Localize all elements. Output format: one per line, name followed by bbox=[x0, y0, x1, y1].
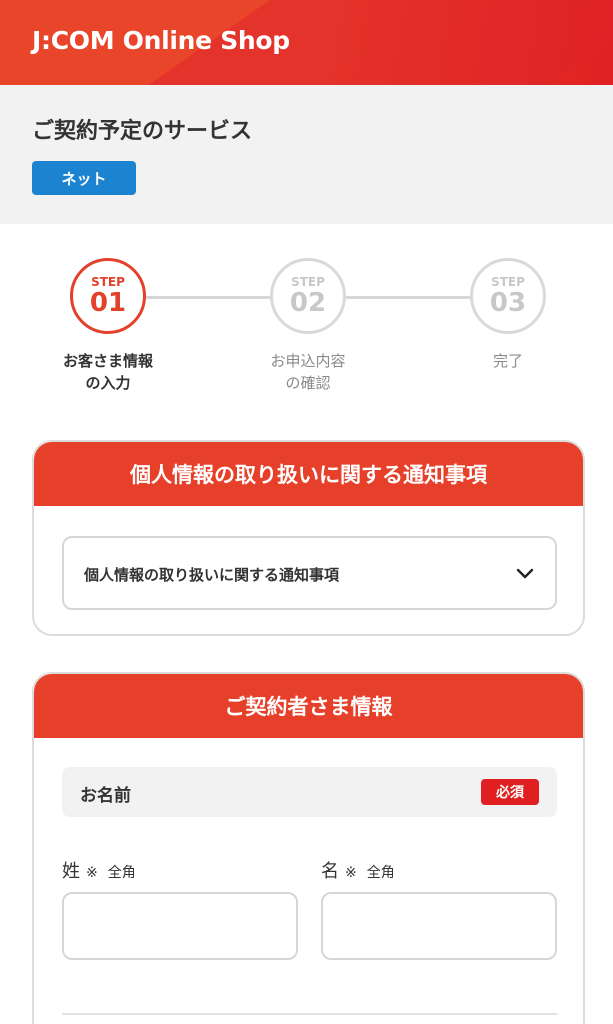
last-name-note: 全角 bbox=[107, 865, 136, 881]
step-1-circle: STEP 01 bbox=[70, 258, 146, 334]
service-badge: ネット bbox=[32, 161, 136, 195]
last-name-caption: 姓 ※ 全角 bbox=[62, 857, 136, 883]
step-3-label: 完了 bbox=[492, 352, 523, 370]
site-logo[interactable]: J:COM Online Shop bbox=[32, 26, 290, 55]
contract-card-title: ご契約者さま情報 bbox=[34, 674, 583, 738]
privacy-accordion-label: 個人情報の取り扱いに関する通知事項 bbox=[84, 566, 340, 584]
section-divider bbox=[62, 1013, 557, 1015]
name-field-header: お名前 必須 bbox=[62, 767, 557, 817]
first-name-mark: ※ bbox=[345, 865, 357, 881]
step-1-label: お客さま情報 の入力 bbox=[62, 352, 153, 392]
first-name-note: 全角 bbox=[366, 865, 395, 881]
step-2-number: 02 bbox=[289, 287, 327, 318]
site-header: J:COM Online Shop bbox=[0, 0, 613, 85]
last-name-label: 姓 bbox=[62, 861, 80, 882]
privacy-accordion-toggle[interactable]: 個人情報の取り扱いに関する通知事項 bbox=[62, 536, 557, 610]
step-2-circle: STEP 02 bbox=[270, 258, 346, 334]
first-name-label: 名 bbox=[321, 861, 339, 882]
first-name-input[interactable] bbox=[321, 892, 557, 960]
privacy-notice-card: 個人情報の取り扱いに関する通知事項 個人情報の取り扱いに関する通知事項 bbox=[32, 440, 585, 636]
step-3-circle: STEP 03 bbox=[470, 258, 546, 334]
last-name-mark: ※ bbox=[86, 865, 98, 881]
privacy-card-title: 個人情報の取り扱いに関する通知事項 bbox=[34, 442, 583, 506]
contract-info-card: ご契約者さま情報 お名前 必須 姓 ※ 全角 名 ※ 全角 bbox=[32, 672, 585, 1024]
progress-stepper: STEP 01 STEP 02 STEP 03 お客さま情報 の入力 お申込内容… bbox=[0, 258, 613, 408]
service-summary: ご契約予定のサービス ネット bbox=[0, 85, 613, 224]
step-2-word: STEP bbox=[291, 274, 325, 289]
step-3-number: 03 bbox=[489, 287, 527, 318]
step-1-number: 01 bbox=[89, 287, 127, 318]
step-1-word: STEP bbox=[91, 274, 125, 289]
first-name-caption: 名 ※ 全角 bbox=[321, 857, 395, 883]
service-title: ご契約予定のサービス bbox=[32, 119, 253, 144]
step-connector bbox=[346, 296, 472, 299]
required-badge: 必須 bbox=[481, 779, 539, 805]
last-name-input[interactable] bbox=[62, 892, 298, 960]
step-connector bbox=[146, 296, 272, 299]
step-3-word: STEP bbox=[491, 274, 525, 289]
name-field-label: お名前 bbox=[80, 786, 131, 806]
step-2-label: お申込内容 の確認 bbox=[270, 352, 346, 392]
chevron-down-icon bbox=[516, 568, 534, 579]
